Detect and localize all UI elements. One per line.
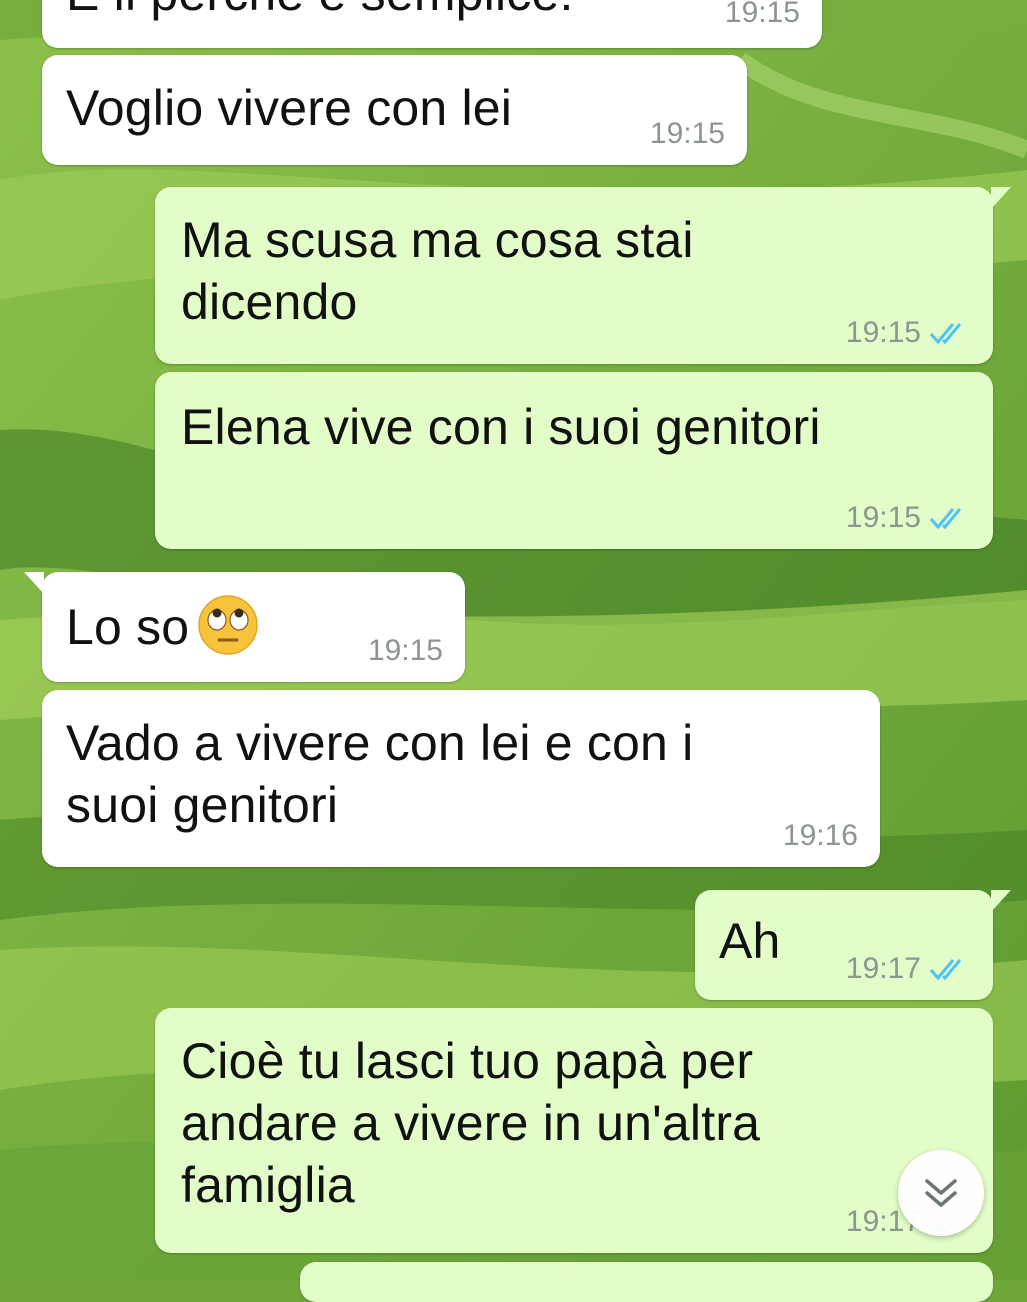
message-text: Elena vive con i suoi genitori — [181, 399, 821, 455]
message-time: 19:15 — [649, 117, 725, 150]
message-bubble-outgoing[interactable]: Ma scusa ma cosa stai dicendo 19:15 — [155, 187, 1011, 364]
message-text: È il perché è semplice: — [66, 0, 574, 24]
message-text: Lo so — [66, 599, 190, 655]
message-bubble-incoming[interactable]: Vado a vivere con lei e con i suoi genit… — [42, 690, 880, 867]
face-with-rolling-eyes-icon — [198, 595, 259, 655]
message-bubble-outgoing[interactable]: Ah 19:17 — [695, 890, 1011, 1000]
message-text: Cioè tu lasci tuo papà per andare a vive… — [181, 1033, 761, 1213]
message-bubble-incoming[interactable]: Voglio vivere con lei 19:15 — [42, 55, 747, 165]
scroll-to-bottom-button[interactable] — [898, 1150, 984, 1236]
message-text: Voglio vivere con lei — [66, 80, 513, 136]
message-text: Ah — [719, 913, 781, 969]
message-time: 19:17 — [845, 952, 921, 985]
double-check-read-icon — [929, 959, 962, 981]
message-bubble-incoming[interactable]: È il perché è semplice: 19:15 — [42, 0, 822, 48]
message-bubble-incoming[interactable]: Lo so 19:15 — [24, 572, 465, 682]
message-list[interactable]: È il perché è semplice: 19:15 Voglio viv… — [0, 0, 1027, 1302]
message-text: Ma scusa ma cosa stai dicendo — [181, 212, 694, 330]
double-check-read-icon — [929, 508, 962, 530]
message-text: Vado a vivere con lei e con i suoi genit… — [66, 715, 694, 833]
double-check-read-icon — [929, 323, 962, 345]
message-time: 19:16 — [782, 819, 858, 852]
message-time: 19:15 — [724, 0, 800, 29]
double-chevron-down-icon — [925, 1179, 957, 1207]
message-time: 19:15 — [845, 316, 921, 349]
message-bubble-outgoing[interactable]: Cioè tu lasci tuo papà per andare a vive… — [155, 1008, 993, 1253]
message-time: 19:15 — [367, 634, 443, 667]
message-bubble-outgoing[interactable]: Elena vive con i suoi genitori 19:15 — [155, 372, 993, 549]
message-time: 19:15 — [845, 501, 921, 534]
message-bubble-outgoing-partial[interactable] — [300, 1262, 993, 1302]
